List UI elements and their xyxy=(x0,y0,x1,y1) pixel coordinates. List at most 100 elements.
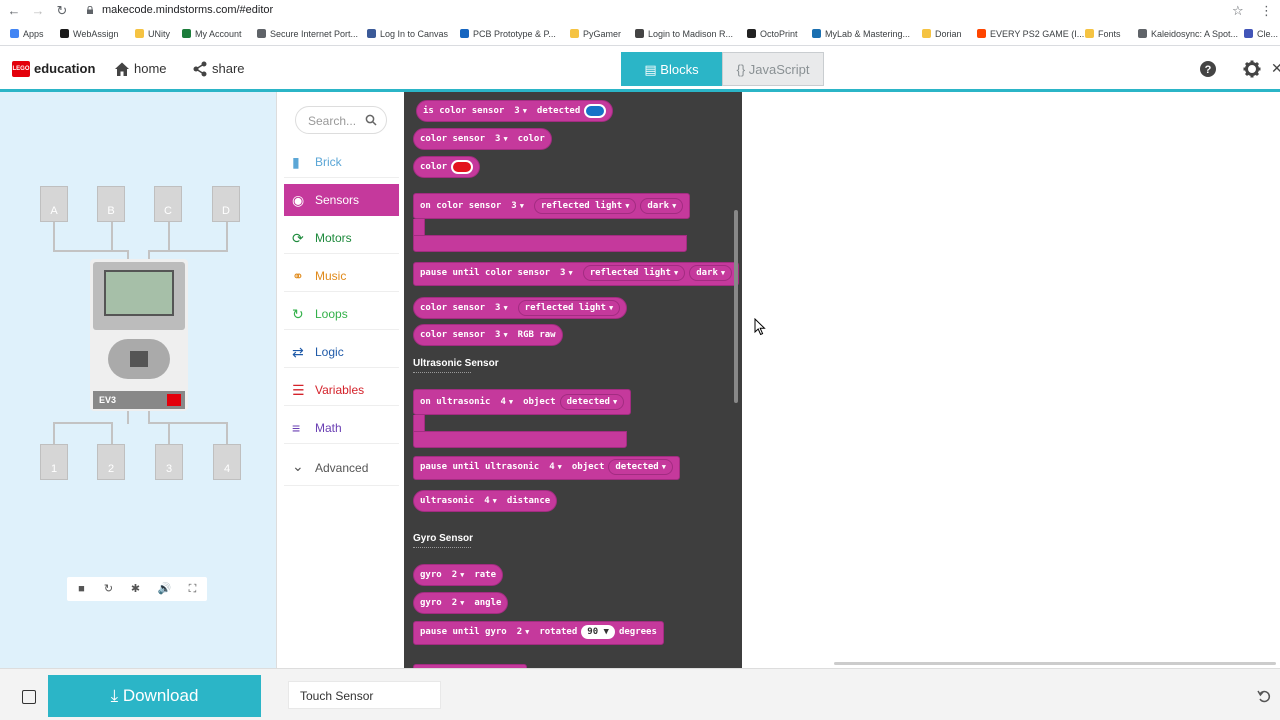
block-on-ultrasonic[interactable]: on ultrasonic 4 ▼ object detected ▼ xyxy=(413,389,632,415)
toolbox-category-advanced[interactable]: ⌄ Advanced xyxy=(284,450,399,486)
svg-text:?: ? xyxy=(1205,64,1212,76)
toolbox-category-brick[interactable]: ▮ Brick xyxy=(284,146,399,178)
output-port-d[interactable]: D xyxy=(212,186,240,222)
flyout-scrollbar[interactable] xyxy=(734,210,738,403)
toolbox-category-variables[interactable]: ☰ Variables xyxy=(284,374,399,406)
bookmark-14[interactable]: Kaleidosync: A Spot... xyxy=(1138,27,1238,41)
bookmark-8[interactable]: Login to Madison R... xyxy=(635,27,733,41)
bookmark-11[interactable]: Dorian xyxy=(922,27,962,41)
bookmark-7[interactable]: PyGamer xyxy=(570,27,621,41)
bookmark-9[interactable]: OctoPrint xyxy=(747,27,798,41)
block-color-sensor-reflected[interactable]: color sensor 3 ▼ reflected light ▼ xyxy=(413,297,628,319)
fullscreen-icon[interactable]: ⛶ xyxy=(179,577,206,601)
level-dropdown[interactable]: dark ▼ xyxy=(640,198,684,214)
block-pause-until-ultrasonic[interactable]: pause until ultrasonic 4 ▼ object detected ▼ xyxy=(413,456,680,480)
degrees-input[interactable]: 90 ▼ xyxy=(581,625,615,639)
bookmark-5[interactable]: Log In to Canvas xyxy=(367,27,448,41)
port-dropdown[interactable]: 3 ▼ xyxy=(508,104,533,120)
toolbox-category-logic[interactable]: ⇄ Logic xyxy=(284,336,399,368)
blocks-workspace[interactable] xyxy=(742,92,1280,668)
reload-icon[interactable]: ↻ xyxy=(54,3,70,19)
block-gyro-rate[interactable]: gyro 2 ▼ rate xyxy=(413,564,504,586)
input-port-2[interactable]: 2 xyxy=(97,444,125,480)
browser-menu-icon[interactable]: ⋮ xyxy=(1260,3,1273,19)
block-is-color-detected[interactable]: is color sensor 3 ▼ detected xyxy=(416,100,614,122)
bookmark-12[interactable]: EVERY PS2 GAME (I... xyxy=(977,27,1084,41)
bookmark-15[interactable]: Cle... xyxy=(1244,27,1278,41)
block-ultrasonic-distance[interactable]: ultrasonic 4 ▼ distance xyxy=(413,490,558,512)
port-dropdown[interactable]: 3 ▼ xyxy=(554,266,579,282)
output-port-c[interactable]: C xyxy=(154,186,182,222)
search-icon[interactable] xyxy=(365,114,377,126)
port-dropdown[interactable]: 3 ▼ xyxy=(489,132,514,148)
project-name-input[interactable]: Touch Sensor xyxy=(288,681,441,709)
forward-icon[interactable]: → xyxy=(30,3,46,19)
port-dropdown[interactable]: 2 ▼ xyxy=(511,625,536,641)
settings-gear-icon[interactable] xyxy=(1243,60,1261,78)
home-button[interactable]: home xyxy=(114,60,167,78)
block-color-sensor-rgb[interactable]: color sensor 3 ▼ RGB raw xyxy=(413,324,563,346)
brick-center-button[interactable] xyxy=(130,351,148,367)
bookmark-2[interactable]: UNity xyxy=(135,27,170,41)
block-on-color-sensor[interactable]: on color sensor 3 ▼ reflected light ▼ dark ▼ xyxy=(413,193,691,219)
undo-icon[interactable] xyxy=(1257,689,1271,703)
input-port-3[interactable]: 3 xyxy=(155,444,183,480)
close-icon[interactable]: ✕ xyxy=(1271,60,1280,77)
port-dropdown[interactable]: 3 ▼ xyxy=(489,328,514,344)
block-gyro-angle[interactable]: gyro 2 ▼ angle xyxy=(413,592,509,614)
download-button[interactable]: ⤓ Download xyxy=(48,675,261,717)
port-dropdown[interactable]: 2 ▼ xyxy=(446,568,471,584)
port-dropdown[interactable]: 3 ▼ xyxy=(505,199,530,215)
bookmark-star-icon[interactable]: ☆ xyxy=(1232,3,1244,19)
block-color-sensor-color[interactable]: color sensor 3 ▼ color xyxy=(413,128,552,150)
share-button[interactable]: share xyxy=(192,60,245,78)
port-dropdown[interactable]: 3 ▼ xyxy=(489,301,514,317)
javascript-tab[interactable]: {} JavaScript xyxy=(722,52,824,86)
block-pause-until-gyro[interactable]: pause until gyro 2 ▼ rotated 90 ▼ degrees xyxy=(413,621,664,645)
toolbox-category-motors[interactable]: ⟳ Motors xyxy=(284,222,399,254)
mode-value: reflected light xyxy=(540,201,623,211)
mode-dropdown[interactable]: reflected light ▼ xyxy=(517,300,621,316)
level-dropdown[interactable]: dark ▼ xyxy=(689,265,733,281)
port-dropdown[interactable]: 2 ▼ xyxy=(446,596,471,612)
restart-icon[interactable]: ↻ xyxy=(95,577,122,601)
stop-icon[interactable]: ■ xyxy=(68,577,95,601)
home-icon xyxy=(115,62,129,76)
slow-mo-icon[interactable]: ✱ xyxy=(122,577,149,601)
wire xyxy=(148,422,228,424)
address-bar[interactable]: makecode.mindstorms.com/#editor xyxy=(102,4,273,16)
bookmark-10[interactable]: MyLab & Mastering... xyxy=(812,27,910,41)
bookmark-3[interactable]: My Account xyxy=(182,27,242,41)
output-port-a[interactable]: A xyxy=(40,186,68,222)
ev3-brick[interactable]: EV3 xyxy=(90,259,188,411)
mute-icon[interactable]: 🔊 xyxy=(151,577,178,601)
color-swatch-blue[interactable] xyxy=(584,103,607,118)
input-port-1[interactable]: 1 xyxy=(40,444,68,480)
toolbox-category-loops[interactable]: ↻ Loops xyxy=(284,298,399,330)
mode-dropdown[interactable]: reflected light ▼ xyxy=(533,198,637,214)
color-swatch-red[interactable] xyxy=(451,159,474,174)
toolbox-category-sensors[interactable]: ◉ Sensors xyxy=(284,184,399,216)
bookmark-13[interactable]: Fonts xyxy=(1085,27,1121,41)
workspace-scrollbar[interactable] xyxy=(834,662,1276,665)
port-dropdown[interactable]: 4 ▼ xyxy=(543,460,568,476)
bookmark-4[interactable]: Secure Internet Port... xyxy=(257,27,358,41)
block-pause-until-color[interactable]: pause until color sensor 3 ▼ reflected ligh… xyxy=(413,262,740,286)
help-icon[interactable]: ? xyxy=(1199,60,1217,78)
mode-dropdown[interactable]: reflected light ▼ xyxy=(582,265,686,281)
bookmark-0[interactable]: Apps xyxy=(10,27,44,41)
port-dropdown[interactable]: 4 ▼ xyxy=(494,395,519,411)
back-icon[interactable]: ← xyxy=(6,3,22,19)
bookmark-6[interactable]: PCB Prototype & P... xyxy=(460,27,556,41)
toolbox-category-music[interactable]: ⚭ Music xyxy=(284,260,399,292)
blocks-tab[interactable]: ▤ Blocks xyxy=(621,52,722,86)
collapse-simulator-icon[interactable] xyxy=(22,690,36,704)
block-color[interactable]: color xyxy=(413,156,481,178)
bookmark-1[interactable]: WebAssign xyxy=(60,27,118,41)
input-port-4[interactable]: 4 xyxy=(213,444,241,480)
event-dropdown[interactable]: detected ▼ xyxy=(608,459,673,475)
port-dropdown[interactable]: 4 ▼ xyxy=(478,494,503,510)
toolbox-category-math[interactable]: ≡ Math xyxy=(284,412,399,444)
event-dropdown[interactable]: detected ▼ xyxy=(559,394,625,410)
output-port-b[interactable]: B xyxy=(97,186,125,222)
